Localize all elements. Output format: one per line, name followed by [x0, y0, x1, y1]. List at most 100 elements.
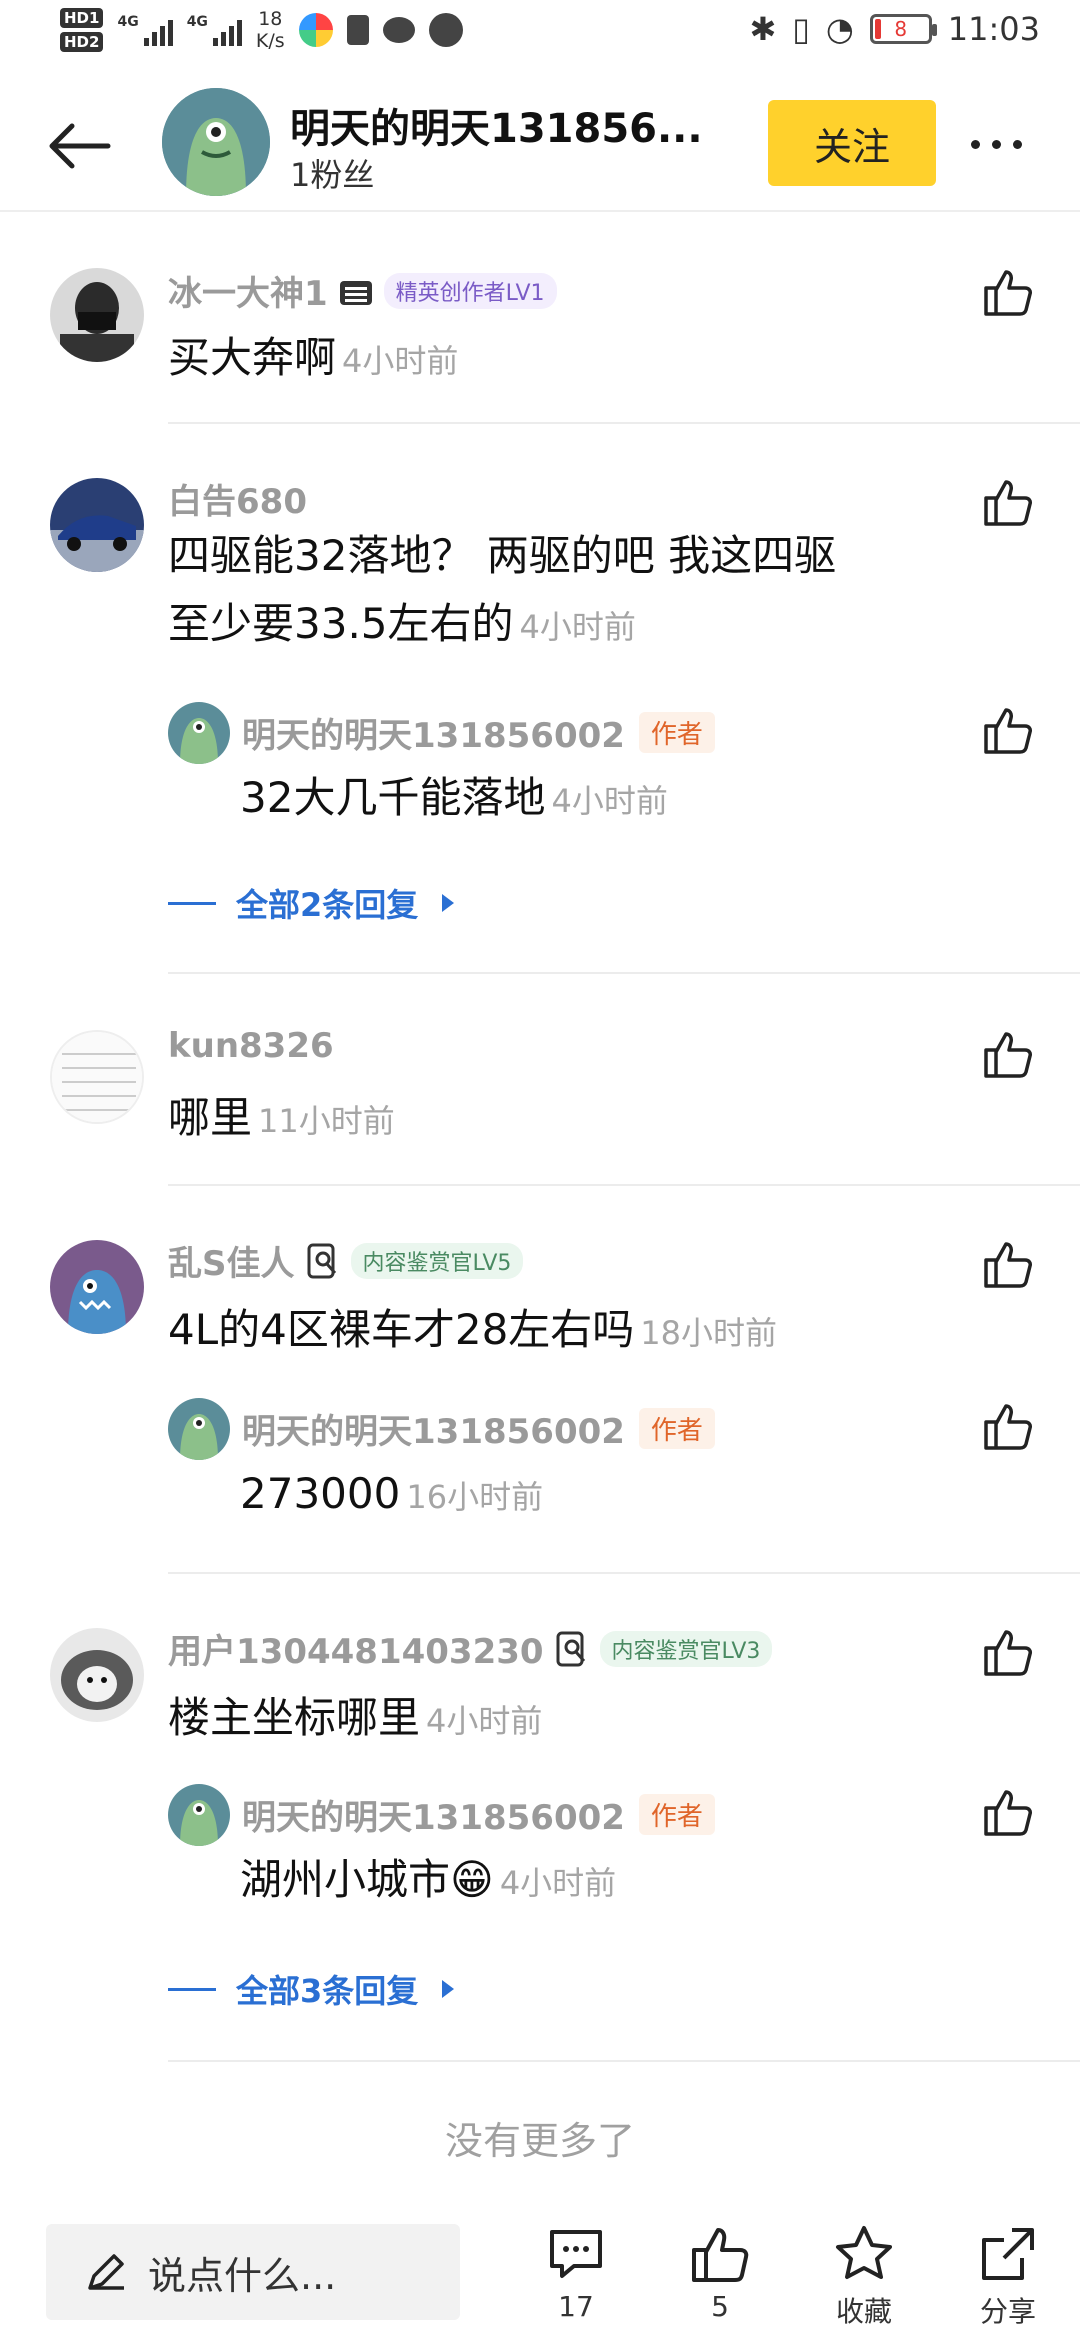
reply-avatar[interactable] [168, 1398, 230, 1460]
reply-text: 32大几千能落地 4小时前 [240, 768, 668, 831]
username-text[interactable]: 冰一大神1 [168, 266, 328, 315]
reply-avatar[interactable] [168, 1784, 230, 1846]
thumbs-up-icon [984, 1404, 1032, 1450]
triangle-right-icon [442, 894, 455, 912]
view-all-replies-label: 全部2条回复 [236, 886, 419, 924]
signal-icon: 4G [117, 14, 173, 46]
appraiser-badge[interactable]: 内容鉴赏官LV3 [599, 1630, 773, 1667]
battery-level: 8 [894, 17, 908, 41]
thumbs-up-icon [984, 1032, 1032, 1078]
reply-username: 明天的明天131856002 作者 [242, 1404, 715, 1453]
more-options-button[interactable] [960, 120, 1032, 168]
reply-time: 4小时前 [551, 782, 668, 820]
like-button[interactable] [980, 264, 1036, 320]
hd1-indicator: HD1 [60, 8, 104, 28]
divider [168, 1184, 1080, 1186]
hd2-indicator: HD2 [60, 32, 104, 52]
thumbs-up-icon [692, 2228, 749, 2282]
user-avatar[interactable] [50, 1240, 144, 1334]
username-text[interactable]: 白告680 [168, 474, 307, 523]
author-name[interactable]: 明天的明天131856... [290, 96, 703, 154]
comment-username: 白告680 [168, 474, 307, 523]
username-text[interactable]: 用户1304481403230 [168, 1624, 544, 1673]
user-avatar[interactable] [50, 1628, 144, 1722]
user-avatar[interactable] [50, 478, 144, 572]
dash-line [168, 1987, 216, 1991]
author-avatar[interactable] [162, 88, 270, 196]
comments-button[interactable]: 17 [526, 2222, 626, 2323]
like-post-button[interactable]: 5 [670, 2222, 770, 2323]
favorite-label: 收藏 [835, 2295, 892, 2328]
magnifier-badge-icon [552, 1629, 592, 1669]
reply-user-text[interactable]: 明天的明天131856002 [242, 1790, 625, 1839]
comment-count: 17 [558, 2290, 594, 2323]
author-tag: 作者 [638, 712, 715, 753]
comment-time: 11小时前 [258, 1102, 395, 1140]
like-button[interactable] [980, 1236, 1036, 1292]
reply-body: 32大几千能落地 [240, 773, 546, 822]
dot-icon [970, 139, 980, 149]
message-icon [382, 17, 415, 43]
reply-text: 273000 16小时前 [240, 1464, 543, 1527]
battery-icon: 8 [869, 14, 937, 44]
share-button[interactable]: 分享 [958, 2222, 1058, 2330]
comment-text: 4L的4区裸车才28左右吗 18小时前 [168, 1296, 948, 1367]
like-button[interactable] [980, 702, 1036, 758]
creator-badge[interactable]: 精英创作者LV1 [383, 272, 557, 309]
like-count: 5 [711, 2290, 729, 2323]
appraiser-badge[interactable]: 内容鉴赏官LV5 [350, 1242, 524, 1279]
like-button[interactable] [980, 474, 1036, 530]
view-all-replies[interactable]: 全部3条回复 [168, 1966, 455, 2012]
thumbs-up-icon [984, 1242, 1032, 1288]
status-bar: HD1 HD2 4G 4G 18 K/s ✱ ▯ ◔ 8 11:03 [0, 0, 1080, 76]
comment-body: 哪里 [168, 1093, 253, 1142]
triangle-right-icon [442, 1980, 455, 1998]
like-button[interactable] [980, 1026, 1036, 1082]
thumbs-up-icon [984, 1630, 1032, 1676]
username-text[interactable]: kun8326 [168, 1026, 334, 1066]
back-button[interactable] [44, 110, 116, 182]
divider [168, 972, 1080, 974]
share-icon [982, 2228, 1034, 2280]
arrow-left-icon [49, 123, 111, 169]
comment-body: 买大奔啊 [168, 333, 337, 382]
typewriter-icon [336, 271, 376, 311]
reply-text: 湖州小城市😁 4小时前 [240, 1850, 616, 1913]
thumbs-up-icon [984, 708, 1032, 754]
thumbs-up-icon [984, 1790, 1032, 1836]
like-button[interactable] [980, 1398, 1036, 1454]
divider [168, 2060, 1080, 2062]
username-text[interactable]: 乱S佳人 [168, 1236, 295, 1285]
comment-username: kun8326 [168, 1026, 334, 1066]
dot-icon [1012, 139, 1022, 149]
comment-body: 4L的4区裸车才28左右吗 [168, 1305, 635, 1354]
favorite-button[interactable]: 收藏 [814, 2222, 914, 2330]
like-button[interactable] [980, 1784, 1036, 1840]
comment-time: 18小时前 [640, 1314, 778, 1352]
no-more-label: 没有更多了 [444, 2119, 635, 2163]
user-avatar[interactable] [50, 268, 144, 362]
reply-user-text[interactable]: 明天的明天131856002 [242, 1404, 625, 1453]
reply-body: 湖州小城市 [240, 1855, 451, 1904]
comment-text: 哪里 11小时前 [168, 1084, 948, 1155]
clock: 11:03 [947, 10, 1040, 48]
comment-input[interactable]: 说点什么... [46, 2224, 460, 2320]
reply-avatar[interactable] [168, 702, 230, 764]
user-avatar[interactable] [50, 1030, 144, 1124]
network-type-1: 4G [117, 14, 139, 30]
reply-user-text[interactable]: 明天的明天131856002 [242, 708, 625, 757]
comment-time: 4小时前 [342, 342, 459, 380]
network-speed: 18 K/s [256, 8, 285, 52]
view-all-replies[interactable]: 全部2条回复 [168, 880, 455, 926]
reply-username: 明天的明天131856002 作者 [242, 1790, 715, 1839]
fans-count: 1粉丝 [290, 156, 375, 194]
app-notification-icon [298, 13, 333, 47]
comment-text: 四驱能32落地？ 两驱的吧 我这四驱 至少要33.5左右的 4小时前 [168, 522, 948, 661]
dot-icon [991, 139, 1001, 149]
like-button[interactable] [980, 1624, 1036, 1680]
comment-text: 买大奔啊 4小时前 [168, 324, 948, 395]
follow-button[interactable]: 关注 [768, 100, 936, 186]
share-label: 分享 [979, 2295, 1036, 2328]
comment-bubble-icon [550, 2230, 602, 2278]
comment-time: 4小时前 [426, 1702, 543, 1740]
